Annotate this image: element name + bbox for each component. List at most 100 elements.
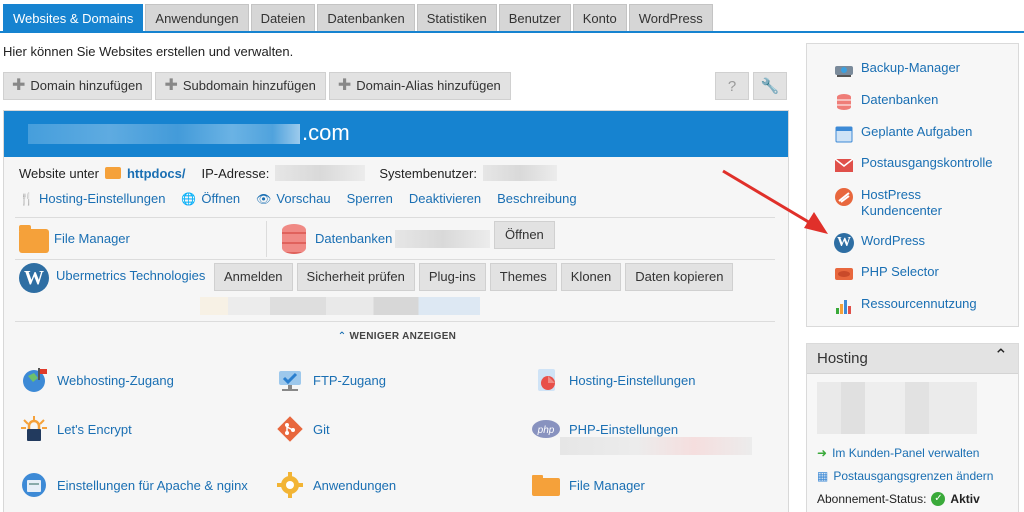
tab-benutzer[interactable]: Benutzer bbox=[498, 4, 571, 32]
git-icon bbox=[275, 414, 305, 444]
apache-nginx-tool[interactable]: Einstellungen für Apache & nginx bbox=[19, 470, 248, 500]
tab-datenbanken[interactable]: Datenbanken bbox=[317, 4, 415, 32]
letsencrypt-tool[interactable]: Let's Encrypt bbox=[19, 414, 132, 444]
tab-websites-domains[interactable]: Websites & Domains bbox=[3, 4, 144, 32]
git-label: Git bbox=[313, 421, 330, 437]
hosting-header[interactable]: Hosting ⌃ bbox=[807, 344, 1018, 374]
sidebar-item-backup[interactable]: Backup-Manager bbox=[834, 60, 960, 80]
globe-flag-icon bbox=[19, 365, 49, 395]
settings-button[interactable]: 🔧 bbox=[753, 72, 787, 100]
sidebar-item-label: HostPress Kundencenter bbox=[861, 187, 942, 218]
sidebar-tools: Backup-Manager Datenbanken Geplante Aufg… bbox=[806, 43, 1019, 327]
domain-actions-row: 🍴 Hosting-Einstellungen 🌐 Öffnen 👁 Vorschau… bbox=[19, 191, 577, 206]
description-link[interactable]: Beschreibung bbox=[497, 191, 577, 206]
manage-label: Im Kunden-Panel verwalten bbox=[832, 446, 980, 460]
domain-info-row: Website unter httpdocs/ IP-Adresse: Syst… bbox=[19, 165, 557, 181]
wordpress-logo-icon: W bbox=[19, 263, 49, 293]
hostpress-logo-icon bbox=[834, 187, 854, 207]
themes-button[interactable]: Themes bbox=[489, 263, 557, 291]
database-icon bbox=[282, 224, 306, 254]
webhosting-access-tool[interactable]: Webhosting-Zugang bbox=[19, 365, 174, 395]
help-button[interactable]: ? bbox=[715, 72, 749, 100]
add-subdomain-button[interactable]: ✚ Subdomain hinzufügen bbox=[155, 72, 326, 100]
outgoing-limits-link[interactable]: ▦ Postausgangsgrenzen ändern bbox=[817, 469, 993, 483]
preview-link[interactable]: 👁 Vorschau bbox=[256, 191, 330, 206]
redacted-ip bbox=[275, 165, 366, 181]
tab-wordpress[interactable]: WordPress bbox=[628, 4, 713, 32]
website-at-label: Website unter bbox=[19, 165, 99, 181]
git-tool[interactable]: Git bbox=[275, 414, 330, 444]
lock-sun-icon bbox=[19, 414, 49, 444]
letsencrypt-label: Let's Encrypt bbox=[57, 421, 132, 437]
sidebar-item-resource-usage[interactable]: Ressourcennutzung bbox=[834, 296, 977, 316]
open-link[interactable]: 🌐 Öffnen bbox=[181, 191, 240, 206]
docroot-link[interactable]: httpdocs/ bbox=[127, 166, 186, 181]
databases-link[interactable]: Datenbanken bbox=[315, 231, 392, 246]
plugins-button[interactable]: Plug-ins bbox=[418, 263, 486, 291]
sysuser-label: Systembenutzer: bbox=[379, 165, 477, 181]
chevron-up-icon[interactable]: ⌃ bbox=[994, 346, 1008, 366]
ftp-access-tool[interactable]: FTP-Zugang bbox=[275, 365, 386, 395]
folder-icon bbox=[531, 470, 561, 500]
sidebar-item-label: WordPress bbox=[861, 233, 926, 248]
sidebar-item-databases[interactable]: Datenbanken bbox=[834, 92, 938, 112]
applications-tool[interactable]: Anwendungen bbox=[275, 470, 396, 500]
sidebar-item-scheduled-tasks[interactable]: Geplante Aufgaben bbox=[834, 124, 972, 144]
sidebar-item-php-selector[interactable]: PHP Selector bbox=[834, 264, 939, 284]
chevron-up-icon: ⌃ bbox=[337, 331, 350, 342]
manage-in-panel-link[interactable]: ➜ Im Kunden-Panel verwalten bbox=[817, 446, 979, 460]
sidebar-item-hostpress[interactable]: HostPress Kundencenter bbox=[834, 187, 971, 219]
open-label: Öffnen bbox=[201, 191, 241, 206]
tools-icon: 🍴 bbox=[19, 191, 34, 206]
status-value: Aktiv bbox=[950, 492, 980, 506]
copy-data-button[interactable]: Daten kopieren bbox=[625, 263, 734, 291]
add-domain-label: Domain hinzufügen bbox=[30, 78, 143, 93]
folder-icon bbox=[19, 225, 49, 253]
redacted-db-name bbox=[395, 230, 490, 248]
settings-doc-icon bbox=[531, 365, 561, 395]
sidebar-item-wordpress[interactable]: W WordPress bbox=[834, 233, 925, 253]
domain-suffix[interactable]: .com bbox=[302, 120, 350, 146]
php-settings-label: PHP-Einstellungen bbox=[569, 421, 679, 437]
plus-icon: ✚ bbox=[12, 77, 26, 94]
security-check-button[interactable]: Sicherheit prüfen bbox=[296, 263, 415, 291]
add-alias-label: Domain-Alias hinzufügen bbox=[356, 78, 501, 93]
disable-link[interactable]: Deaktivieren bbox=[409, 191, 481, 206]
wp-actions: Anmelden Sicherheit prüfen Plug-ins Them… bbox=[214, 263, 734, 291]
apache-label: Einstellungen für Apache & nginx bbox=[57, 477, 248, 493]
wp-site-link[interactable]: Ubermetrics Technologies bbox=[56, 268, 205, 283]
add-domain-button[interactable]: ✚ Domain hinzufügen bbox=[3, 72, 153, 100]
toolbar: ✚ Domain hinzufügen ✚ Subdomain hinzufügen… bbox=[3, 72, 511, 100]
ftp-icon bbox=[275, 365, 305, 395]
hosting-settings-link[interactable]: 🍴 Hosting-Einstellungen bbox=[19, 191, 165, 206]
show-less-toggle[interactable]: ⌃ WENIGER ANZEIGEN bbox=[4, 331, 790, 342]
divider bbox=[15, 321, 775, 322]
tab-konto[interactable]: Konto bbox=[572, 4, 627, 32]
sidebar-item-mail-control[interactable]: Postausgangskontrolle bbox=[834, 155, 993, 175]
applications-label: Anwendungen bbox=[313, 477, 397, 493]
domain-panel: .com Website unter httpdocs/ IP-Adresse:… bbox=[3, 110, 789, 512]
ftp-label: FTP-Zugang bbox=[313, 372, 386, 388]
open-db-button[interactable]: Öffnen bbox=[494, 221, 555, 249]
file-manager-tool[interactable]: File Manager bbox=[531, 470, 645, 500]
clone-button[interactable]: Klonen bbox=[560, 263, 622, 291]
wrench-icon: 🔧 bbox=[760, 78, 780, 95]
hosting-settings-tool[interactable]: Hosting-Einstellungen bbox=[531, 365, 695, 395]
tab-anwendungen[interactable]: Anwendungen bbox=[145, 4, 249, 32]
tab-underline bbox=[0, 31, 1024, 33]
file-manager-tool-label: File Manager bbox=[569, 477, 645, 493]
status-label: Abonnement-Status: bbox=[817, 492, 927, 506]
database-icon bbox=[834, 92, 854, 112]
bar-chart-icon bbox=[834, 296, 854, 316]
login-button[interactable]: Anmelden bbox=[214, 263, 293, 291]
file-manager-link[interactable]: File Manager bbox=[54, 231, 130, 246]
add-alias-button[interactable]: ✚ Domain-Alias hinzufügen bbox=[328, 72, 511, 100]
tab-statistiken[interactable]: Statistiken bbox=[416, 4, 497, 32]
redacted-hosting-info bbox=[817, 382, 977, 434]
divider bbox=[266, 221, 267, 257]
wordpress-logo-icon: W bbox=[834, 233, 854, 253]
tab-dateien[interactable]: Dateien bbox=[250, 4, 316, 32]
suspend-link[interactable]: Sperren bbox=[347, 191, 393, 206]
redacted-sysuser bbox=[482, 165, 557, 181]
preview-icon: 👁 bbox=[256, 191, 272, 206]
